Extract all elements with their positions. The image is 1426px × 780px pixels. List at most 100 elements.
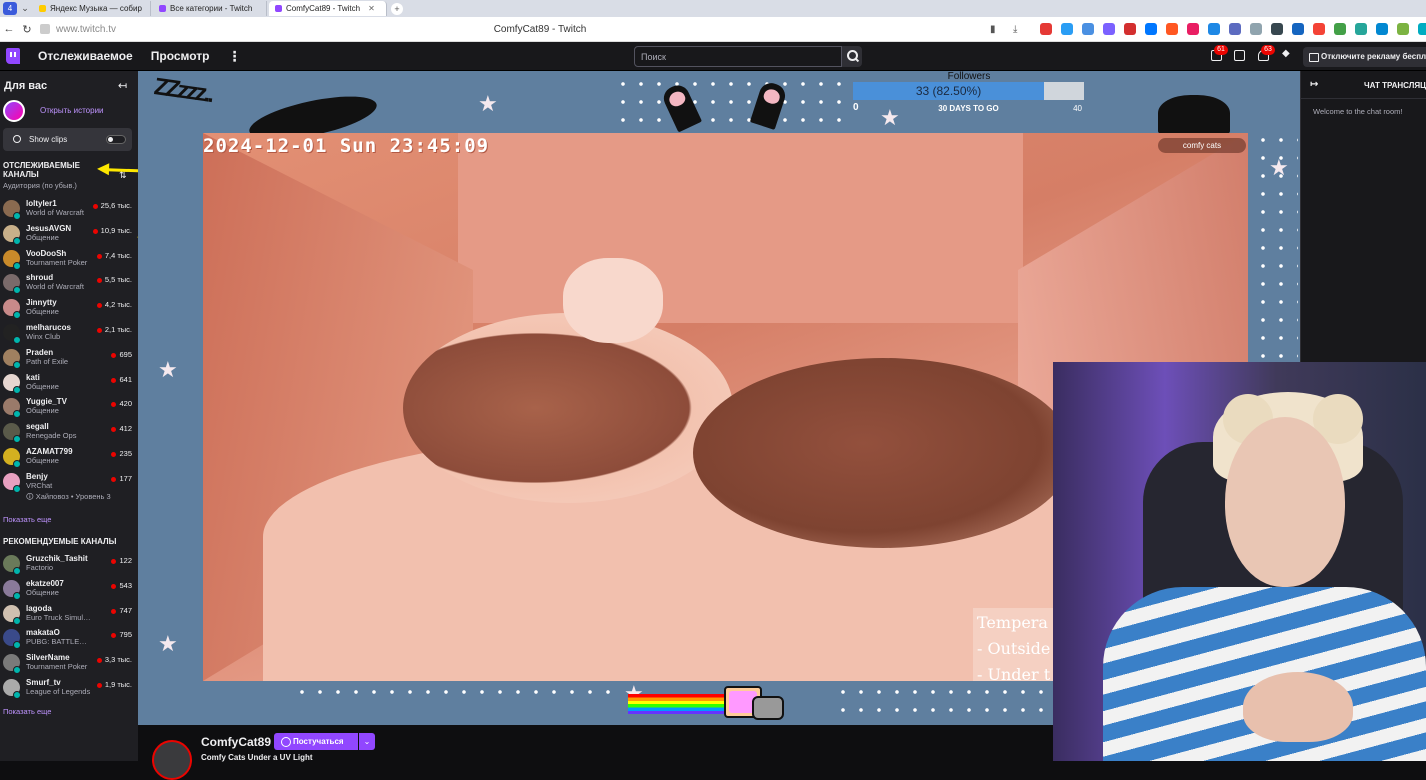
- live-dot-icon: [96, 303, 102, 309]
- extension-icon[interactable]: [1229, 23, 1241, 35]
- tab-manager-button[interactable]: 4: [3, 2, 17, 15]
- sidebar-channel-melharucos[interactable]: melharucos Winx Club 2,1 тыс.: [0, 322, 138, 347]
- extension-icon[interactable]: [1376, 23, 1388, 35]
- show-clips-toggle[interactable]: [106, 135, 126, 144]
- sidebar-channel-praden[interactable]: Praden Path of Exile 695: [0, 347, 138, 372]
- sidebar-channel-jinnytty[interactable]: Jinnytty Общение 4,2 тыс.: [0, 297, 138, 322]
- chevron-down-icon[interactable]: ⌄: [19, 3, 31, 14]
- tab-all-categories[interactable]: Все категории - Twitch: [153, 1, 267, 16]
- more-icon[interactable]: ⋮: [228, 48, 242, 65]
- show-clips-toggle-row[interactable]: Show clips: [3, 128, 132, 151]
- status-badge: [13, 385, 21, 394]
- search-input[interactable]: Поиск: [634, 46, 842, 67]
- viewer-count: 420: [119, 399, 132, 409]
- sidebar-channel-yuggie_tv[interactable]: Yuggie_TV Общение 420: [0, 396, 138, 421]
- sidebar-channel-voodoosh[interactable]: VooDooSh Tournament Poker 7,4 тыс.: [0, 248, 138, 273]
- close-icon[interactable]: ✕: [368, 4, 375, 13]
- inbox-badge: 61: [1214, 45, 1228, 55]
- channel-name: Jinnytty: [26, 298, 57, 308]
- bookmark-icon[interactable]: ▮: [990, 24, 996, 35]
- sidebar-channel-benjy[interactable]: Benjy VRChat 177 🛈 Хайповоз • Уровень 3: [0, 471, 138, 501]
- sidebar-channel-loltyler1[interactable]: loltyler1 World of Warcraft 25,6 тыс.: [0, 198, 138, 223]
- channel-avatar[interactable]: [152, 740, 192, 780]
- sidebar-channel-kati[interactable]: kati Общение 641: [0, 372, 138, 397]
- search-icon[interactable]: [842, 46, 862, 67]
- status-badge: [13, 336, 21, 344]
- viewer-count: 695: [119, 349, 132, 359]
- sidebar-channel-silvername[interactable]: SilverName Tournament Poker 3,3 тыс.: [0, 652, 138, 677]
- extension-icon[interactable]: [1250, 23, 1262, 35]
- nyan-cat-head: [752, 696, 784, 720]
- sidebar-channel-makatao[interactable]: makataOPUBG: BATTLEGROUNDS 795: [0, 627, 138, 652]
- collapse-chat-icon[interactable]: ↦: [1310, 79, 1318, 90]
- chevron-down-icon[interactable]: ⌄: [359, 733, 375, 750]
- sidebar-channel-segall[interactable]: segall Renegade Ops 412: [0, 421, 138, 446]
- sidebar-channel-jesusavgn[interactable]: JesusAVGN Общение 10,9 тыс.: [0, 223, 138, 248]
- extension-icon[interactable]: [1271, 23, 1283, 35]
- lock-icon[interactable]: [40, 24, 50, 34]
- open-stories-link[interactable]: Открыть истории: [40, 106, 104, 115]
- extension-icon[interactable]: [1334, 23, 1346, 35]
- sidebar-header: Для вас: [4, 80, 48, 92]
- extension-icon[interactable]: [1187, 23, 1199, 35]
- extension-icon[interactable]: [1082, 23, 1094, 35]
- sidebar-channel-smurf_tv[interactable]: Smurf_tv League of Legends 1,9 тыс.: [0, 677, 138, 702]
- sidebar-channel-ekatze007[interactable]: ekatze007 Общение 543: [0, 578, 138, 603]
- sidebar-channel-shroud[interactable]: shroud World of Warcraft 5,5 тыс.: [0, 272, 138, 297]
- channel-name: ekatze007: [26, 578, 64, 588]
- nav-browse[interactable]: Просмотр: [151, 49, 210, 63]
- extension-icon[interactable]: [1292, 23, 1304, 35]
- show-more-followed[interactable]: Показать еще: [3, 515, 51, 524]
- tab-yandex-music[interactable]: Яндекс Музыка — собир: [33, 1, 151, 16]
- sidebar-channel-azamat799[interactable]: AZAMAT799 Общение 235: [0, 446, 138, 471]
- channel-name: AZAMAT799: [26, 447, 73, 456]
- address-bar: ← ↻ www.twitch.tv ComfyCat89 - Twitch ▮ …: [0, 17, 1426, 42]
- status-badge: [13, 591, 21, 600]
- extension-icon[interactable]: [1124, 23, 1136, 35]
- extension-icon[interactable]: [1397, 23, 1409, 35]
- live-dot-icon: [111, 352, 117, 358]
- extension-icon[interactable]: [1313, 23, 1325, 35]
- show-more-recommended[interactable]: Показать еще: [3, 707, 51, 716]
- dot-pattern: [834, 683, 1044, 719]
- sidebar-channel-gruzchik_tashit[interactable]: Gruzchik_Tashit Factorio 122: [0, 553, 138, 578]
- followers-goal-widget: Followers 33 (82.50%) 0 30 DAYS TO GO 40: [853, 71, 1085, 117]
- nav-following[interactable]: Отслеживаемое: [38, 49, 133, 63]
- sidebar-channel-lagoda[interactable]: lagodaEuro Truck Simulator 2 747: [0, 603, 138, 628]
- extension-icon[interactable]: [1208, 23, 1220, 35]
- viewer-count: 641: [119, 374, 132, 384]
- calico-cat: [403, 313, 733, 503]
- ad-free-button[interactable]: Отключите рекламу бесплатно: [1303, 47, 1426, 67]
- extension-icon[interactable]: [1418, 23, 1426, 35]
- reload-icon[interactable]: ↻: [18, 23, 36, 36]
- stories-avatar[interactable]: [3, 100, 25, 122]
- extension-icon[interactable]: [1145, 23, 1157, 35]
- extension-icon[interactable]: [1355, 23, 1367, 35]
- twitch-logo-icon[interactable]: [6, 48, 20, 64]
- extension-icon[interactable]: [1061, 23, 1073, 35]
- extension-icon[interactable]: [1166, 23, 1178, 35]
- channel-name: segall: [26, 422, 49, 432]
- download-icon[interactable]: ⤓: [1013, 24, 1017, 35]
- channel-name[interactable]: ComfyCat89: [201, 735, 271, 749]
- whispers-icon[interactable]: [1234, 50, 1245, 61]
- extension-icon[interactable]: [1103, 23, 1115, 35]
- collapse-icon[interactable]: ↤: [118, 79, 127, 92]
- followed-sort-label[interactable]: Аудитория (по убыв.): [3, 181, 77, 190]
- live-dot-icon: [96, 253, 102, 259]
- url-field[interactable]: www.twitch.tv: [56, 24, 356, 35]
- live-dot-icon: [111, 608, 117, 614]
- timestamp-overlay: 2024-12-01 Sun 23:45:09: [203, 135, 490, 157]
- channel-game: Tournament Poker: [26, 257, 88, 267]
- tab-comfycat89[interactable]: ComfyCat89 - Twitch ✕: [269, 1, 387, 16]
- channel-name: Praden: [26, 347, 54, 357]
- new-tab-button[interactable]: +: [391, 2, 403, 15]
- streamer-facecam: [1053, 362, 1426, 761]
- extension-icon[interactable]: [1040, 23, 1052, 35]
- bits-icon[interactable]: ◆: [1282, 48, 1293, 59]
- knock-button[interactable]: Постучаться: [274, 733, 358, 750]
- channel-name: kati: [26, 372, 40, 382]
- back-icon[interactable]: ←: [0, 23, 18, 35]
- recommended-channels-title: РЕКОМЕНДУЕМЫЕ КАНАЛЫ: [3, 537, 117, 546]
- viewer-count: 3,3 тыс.: [104, 655, 132, 665]
